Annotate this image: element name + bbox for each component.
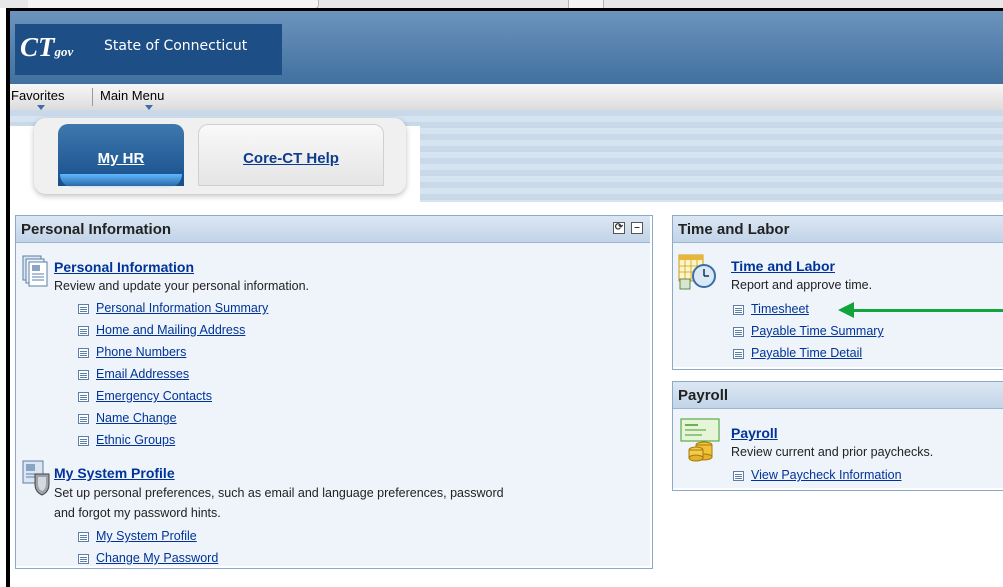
system-profile-description-line1: Set up personal preferences, such as ema…: [54, 486, 504, 500]
link-bullet-icon: [78, 414, 89, 424]
tab-area-stripes: [420, 110, 1003, 202]
favorites-menu[interactable]: Favorites: [11, 88, 64, 103]
time-and-labor-icon: [678, 252, 718, 292]
link-bullet-icon: [78, 554, 89, 564]
annotation-arrow-line: [852, 309, 1003, 312]
ethnic-groups-link[interactable]: Ethnic Groups: [96, 433, 175, 447]
payroll-title[interactable]: Payroll: [731, 425, 778, 441]
annotation-arrow-head-icon: [838, 302, 854, 318]
link-bullet-icon: [733, 327, 744, 337]
pagelet-title: Time and Labor: [678, 221, 790, 238]
tab-core-ct-help-label[interactable]: Core-CT Help: [198, 150, 384, 167]
state-name: State of Connecticut: [104, 38, 248, 54]
personal-information-description: Review and update your personal informat…: [54, 279, 310, 293]
link-bullet-icon: [733, 305, 744, 315]
main-menu[interactable]: Main Menu: [100, 88, 164, 103]
link-bullet-icon: [78, 392, 89, 402]
personal-information-summary-link[interactable]: Personal Information Summary: [96, 301, 268, 315]
active-tab-glow: [60, 174, 182, 188]
pagelet-title: Payroll: [678, 387, 729, 404]
link-bullet-icon: [78, 348, 89, 358]
browser-tab[interactable]: [568, 0, 604, 8]
name-change-link[interactable]: Name Change: [96, 411, 177, 425]
personal-information-title[interactable]: Personal Information: [54, 259, 194, 275]
payable-time-detail-link[interactable]: Payable Time Detail: [751, 346, 862, 360]
phone-numbers-link[interactable]: Phone Numbers: [96, 345, 186, 359]
menu-divider: [92, 88, 93, 106]
change-my-password-link[interactable]: Change My Password: [96, 551, 218, 565]
link-bullet-icon: [78, 436, 89, 446]
my-system-profile-link[interactable]: My System Profile: [96, 529, 197, 543]
payable-time-summary-link[interactable]: Payable Time Summary: [751, 324, 884, 338]
payroll-description: Review current and prior paychecks.: [731, 445, 934, 459]
my-system-profile-title[interactable]: My System Profile: [54, 465, 175, 481]
emergency-contacts-link[interactable]: Emergency Contacts: [96, 389, 212, 403]
tab-my-hr-label[interactable]: My HR: [58, 150, 184, 167]
link-bullet-icon: [78, 304, 89, 314]
minimize-icon[interactable]: –: [631, 222, 643, 234]
window-frame-top: [6, 8, 1003, 11]
time-and-labor-description: Report and approve time.: [731, 278, 873, 292]
pagelet-title: Personal Information: [21, 221, 172, 238]
system-profile-description-line2: and forgot my password hints.: [54, 506, 221, 520]
payroll-icon: [680, 418, 720, 462]
link-bullet-icon: [78, 532, 89, 542]
link-bullet-icon: [78, 326, 89, 336]
window-frame-left: [6, 8, 10, 587]
link-bullet-icon: [733, 471, 744, 481]
system-profile-icon: [22, 460, 52, 496]
personal-info-icon: [22, 255, 48, 287]
link-bullet-icon: [733, 349, 744, 359]
timesheet-link[interactable]: Timesheet: [751, 302, 809, 316]
refresh-icon[interactable]: ⟳: [613, 222, 625, 234]
link-bullet-icon: [78, 370, 89, 380]
ct-logo-mark: CTgov: [20, 32, 74, 62]
home-mailing-address-link[interactable]: Home and Mailing Address: [96, 323, 245, 337]
email-addresses-link[interactable]: Email Addresses: [96, 367, 189, 381]
view-paycheck-information-link[interactable]: View Paycheck Information: [751, 468, 902, 482]
time-and-labor-title[interactable]: Time and Labor: [731, 258, 835, 274]
